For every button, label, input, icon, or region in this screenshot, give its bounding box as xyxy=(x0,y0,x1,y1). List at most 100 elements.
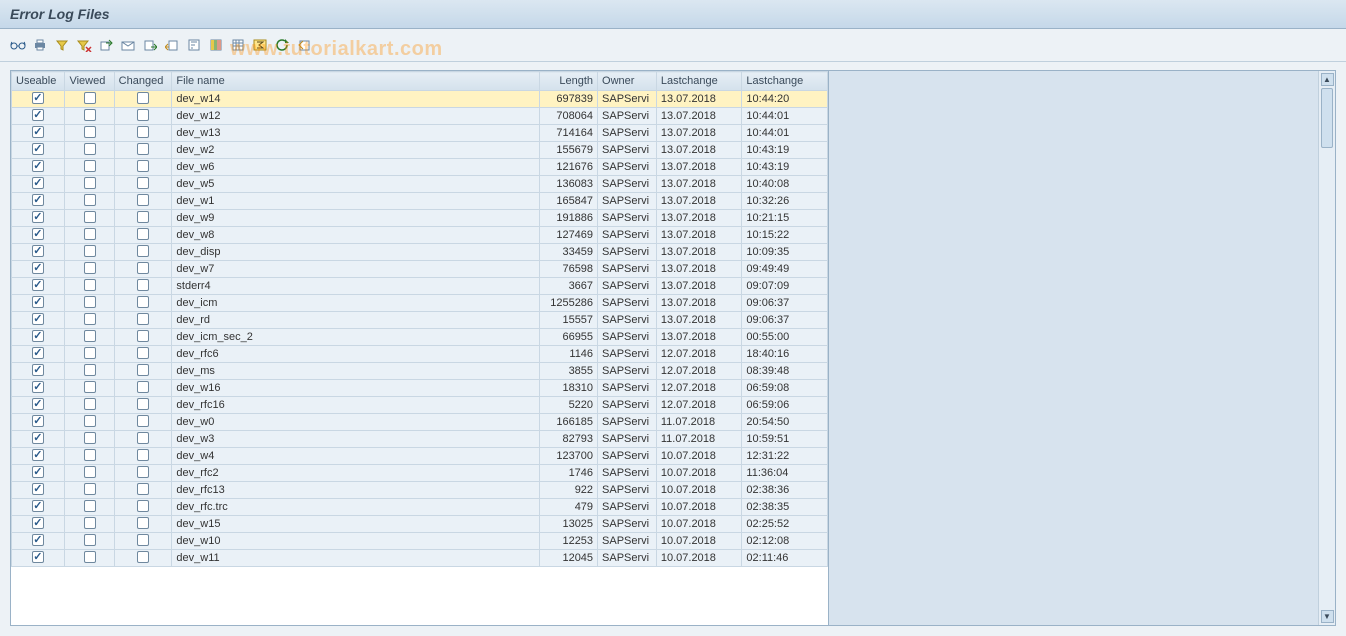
col-header-lastchange-date[interactable]: Lastchange xyxy=(656,72,742,91)
viewed-checkbox[interactable] xyxy=(84,432,96,444)
changed-checkbox[interactable] xyxy=(137,160,149,172)
changed-checkbox[interactable] xyxy=(137,449,149,461)
viewed-checkbox[interactable] xyxy=(84,466,96,478)
col-header-length[interactable]: Length xyxy=(540,72,598,91)
table-row[interactable]: dev_icm_sec_266955SAPServi13.07.201800:5… xyxy=(12,329,828,346)
refresh-icon[interactable] xyxy=(272,35,292,55)
table-row[interactable]: dev_rfc165220SAPServi12.07.201806:59:06 xyxy=(12,397,828,414)
viewed-checkbox[interactable] xyxy=(84,347,96,359)
useable-checkbox[interactable] xyxy=(32,517,44,529)
viewed-checkbox[interactable] xyxy=(84,194,96,206)
print-icon[interactable] xyxy=(30,35,50,55)
useable-checkbox[interactable] xyxy=(32,415,44,427)
viewed-checkbox[interactable] xyxy=(84,398,96,410)
viewed-checkbox[interactable] xyxy=(84,245,96,257)
sort-asc-icon[interactable] xyxy=(184,35,204,55)
changed-checkbox[interactable] xyxy=(137,432,149,444)
table-row[interactable]: dev_rfc.trc479SAPServi10.07.201802:38:35 xyxy=(12,499,828,516)
scroll-track[interactable] xyxy=(1319,86,1335,610)
useable-checkbox[interactable] xyxy=(32,500,44,512)
viewed-checkbox[interactable] xyxy=(84,296,96,308)
vertical-scrollbar[interactable]: ▲ ▼ xyxy=(1318,71,1335,625)
useable-checkbox[interactable] xyxy=(32,245,44,257)
filter-delete-icon[interactable] xyxy=(74,35,94,55)
col-header-owner[interactable]: Owner xyxy=(598,72,657,91)
table-row[interactable]: dev_w1618310SAPServi12.07.201806:59:08 xyxy=(12,380,828,397)
changed-checkbox[interactable] xyxy=(137,109,149,121)
grid-icon[interactable] xyxy=(228,35,248,55)
viewed-checkbox[interactable] xyxy=(84,517,96,529)
table-row[interactable]: dev_rd15557SAPServi13.07.201809:06:37 xyxy=(12,312,828,329)
viewed-checkbox[interactable] xyxy=(84,415,96,427)
send-icon[interactable] xyxy=(118,35,138,55)
viewed-checkbox[interactable] xyxy=(84,364,96,376)
viewed-checkbox[interactable] xyxy=(84,279,96,291)
table-row[interactable]: dev_w1513025SAPServi10.07.201802:25:52 xyxy=(12,516,828,533)
useable-checkbox[interactable] xyxy=(32,449,44,461)
col-header-changed[interactable]: Changed xyxy=(114,72,172,91)
useable-checkbox[interactable] xyxy=(32,279,44,291)
viewed-checkbox[interactable] xyxy=(84,483,96,495)
download-icon[interactable] xyxy=(140,35,160,55)
changed-checkbox[interactable] xyxy=(137,347,149,359)
changed-checkbox[interactable] xyxy=(137,194,149,206)
useable-checkbox[interactable] xyxy=(32,347,44,359)
sum-icon[interactable] xyxy=(250,35,270,55)
table-row[interactable]: dev_icm1255286SAPServi13.07.201809:06:37 xyxy=(12,295,828,312)
changed-checkbox[interactable] xyxy=(137,126,149,138)
useable-checkbox[interactable] xyxy=(32,160,44,172)
table-row[interactable]: dev_w0166185SAPServi11.07.201820:54:50 xyxy=(12,414,828,431)
table-row[interactable]: dev_w1165847SAPServi13.07.201810:32:26 xyxy=(12,193,828,210)
useable-checkbox[interactable] xyxy=(32,381,44,393)
viewed-checkbox[interactable] xyxy=(84,143,96,155)
table-row[interactable]: dev_w1012253SAPServi10.07.201802:12:08 xyxy=(12,533,828,550)
changed-checkbox[interactable] xyxy=(137,534,149,546)
viewed-checkbox[interactable] xyxy=(84,551,96,563)
useable-checkbox[interactable] xyxy=(32,228,44,240)
table-row[interactable]: dev_w382793SAPServi11.07.201810:59:51 xyxy=(12,431,828,448)
changed-checkbox[interactable] xyxy=(137,279,149,291)
changed-checkbox[interactable] xyxy=(137,398,149,410)
col-header-filename[interactable]: File name xyxy=(172,72,540,91)
changed-checkbox[interactable] xyxy=(137,330,149,342)
table-row[interactable]: dev_rfc13922SAPServi10.07.201802:38:36 xyxy=(12,482,828,499)
useable-checkbox[interactable] xyxy=(32,211,44,223)
changed-checkbox[interactable] xyxy=(137,177,149,189)
table-row[interactable]: dev_w5136083SAPServi13.07.201810:40:08 xyxy=(12,176,828,193)
viewed-checkbox[interactable] xyxy=(84,109,96,121)
scroll-up-icon[interactable]: ▲ xyxy=(1321,73,1334,86)
table-row[interactable]: dev_w4123700SAPServi10.07.201812:31:22 xyxy=(12,448,828,465)
viewed-checkbox[interactable] xyxy=(84,500,96,512)
viewed-checkbox[interactable] xyxy=(84,177,96,189)
table-row[interactable]: dev_w6121676SAPServi13.07.201810:43:19 xyxy=(12,159,828,176)
scroll-thumb[interactable] xyxy=(1321,88,1333,148)
useable-checkbox[interactable] xyxy=(32,551,44,563)
viewed-checkbox[interactable] xyxy=(84,449,96,461)
table-row[interactable]: dev_w12708064SAPServi13.07.201810:44:01 xyxy=(12,108,828,125)
table-row[interactable]: dev_w14697839SAPServi13.07.201810:44:20 xyxy=(12,91,828,108)
useable-checkbox[interactable] xyxy=(32,432,44,444)
viewed-checkbox[interactable] xyxy=(84,92,96,104)
useable-checkbox[interactable] xyxy=(32,466,44,478)
useable-checkbox[interactable] xyxy=(32,296,44,308)
table-row[interactable]: stderr43667SAPServi13.07.201809:07:09 xyxy=(12,278,828,295)
changed-checkbox[interactable] xyxy=(137,364,149,376)
glasses-icon[interactable] xyxy=(8,35,28,55)
changed-checkbox[interactable] xyxy=(137,313,149,325)
viewed-checkbox[interactable] xyxy=(84,160,96,172)
changed-checkbox[interactable] xyxy=(137,296,149,308)
table-row[interactable]: dev_w8127469SAPServi13.07.201810:15:22 xyxy=(12,227,828,244)
useable-checkbox[interactable] xyxy=(32,143,44,155)
viewed-checkbox[interactable] xyxy=(84,381,96,393)
changed-checkbox[interactable] xyxy=(137,211,149,223)
changed-checkbox[interactable] xyxy=(137,551,149,563)
changed-checkbox[interactable] xyxy=(137,500,149,512)
back-icon[interactable] xyxy=(294,35,314,55)
changed-checkbox[interactable] xyxy=(137,381,149,393)
changed-checkbox[interactable] xyxy=(137,466,149,478)
viewed-checkbox[interactable] xyxy=(84,534,96,546)
scroll-down-icon[interactable]: ▼ xyxy=(1321,610,1334,623)
col-header-lastchange-time[interactable]: Lastchange xyxy=(742,72,828,91)
useable-checkbox[interactable] xyxy=(32,364,44,376)
table-row[interactable]: dev_w2155679SAPServi13.07.201810:43:19 xyxy=(12,142,828,159)
